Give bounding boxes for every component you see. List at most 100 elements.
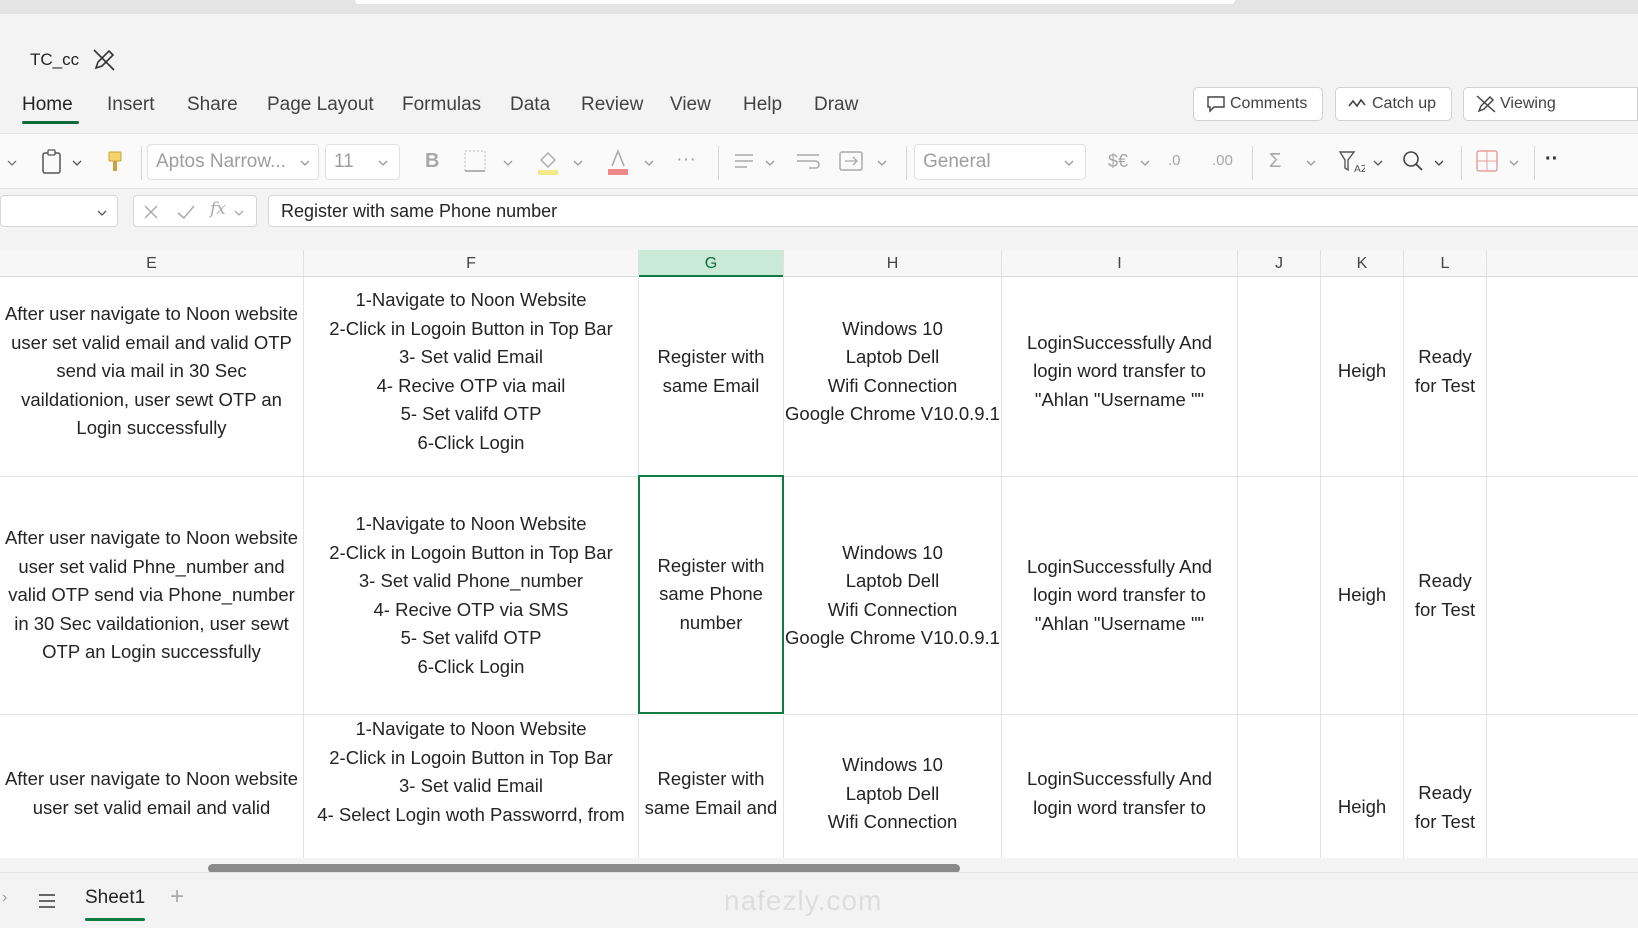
cell-K1[interactable]: Heigh	[1321, 267, 1404, 477]
cell-E3[interactable]: After user navigate to Noon website user…	[0, 715, 304, 858]
number-format-value: General	[923, 151, 991, 172]
cell-empty[interactable]	[1487, 477, 1638, 715]
chevron-down-icon[interactable]	[1306, 158, 1316, 168]
cell-G3[interactable]: Register with same Email and	[639, 715, 784, 858]
cell-G2-active[interactable]: Register with same Phone number	[638, 475, 784, 714]
cell-I1[interactable]: LoginSuccessfully And login word transfe…	[1002, 267, 1238, 477]
svg-text:AZ: AZ	[1354, 164, 1365, 175]
tab-page-layout[interactable]: Page Layout	[267, 94, 374, 116]
enter-icon[interactable]	[176, 203, 196, 221]
cell-G1[interactable]: Register with same Email	[639, 267, 784, 477]
borders-icon[interactable]	[462, 144, 488, 178]
chevron-down-icon	[1064, 160, 1074, 166]
font-name-value: Aptos Narrow...	[156, 151, 286, 172]
tab-view[interactable]: View	[670, 94, 711, 116]
tab-share[interactable]: Share	[187, 94, 238, 116]
catch-up-icon	[1348, 98, 1366, 108]
bold-icon[interactable]: B	[425, 144, 439, 178]
chevron-down-icon[interactable]	[1373, 158, 1383, 168]
cell-L3[interactable]: Ready for Test	[1404, 715, 1487, 858]
chevron-down-icon[interactable]	[1509, 158, 1519, 168]
chevron-down-icon[interactable]	[1434, 158, 1444, 168]
find-icon[interactable]	[1401, 144, 1425, 178]
cell-J1[interactable]	[1238, 267, 1321, 477]
cell-F2[interactable]: 1-Navigate to Noon Website 2-Click in Lo…	[304, 477, 639, 715]
cell-F1[interactable]: 1-Navigate to Noon Website 2-Click in Lo…	[304, 267, 639, 477]
wrap-text-icon[interactable]	[795, 144, 821, 178]
paste-icon[interactable]	[40, 144, 64, 178]
cancel-icon[interactable]	[142, 203, 160, 221]
tab-insert[interactable]: Insert	[107, 94, 155, 116]
tab-formulas[interactable]: Formulas	[402, 94, 481, 116]
cell-H1[interactable]: Windows 10 Laptob Dell Wifi Connection G…	[784, 267, 1002, 477]
autosum-icon[interactable]: Σ	[1269, 144, 1281, 178]
cell-L2[interactable]: Ready for Test	[1404, 477, 1487, 715]
cell-J2[interactable]	[1238, 477, 1321, 715]
separator	[1461, 146, 1462, 180]
chevron-down-icon[interactable]	[765, 158, 775, 168]
more-icon[interactable]: ···	[676, 142, 696, 176]
tab-draw[interactable]: Draw	[814, 94, 858, 116]
font-name-select[interactable]: Aptos Narrow...	[147, 144, 319, 180]
decrease-decimal-icon[interactable]: .0	[1168, 144, 1181, 178]
increase-decimal-icon[interactable]: .00	[1212, 144, 1233, 178]
formula-bar: fx Register with same Phone number	[0, 189, 1638, 229]
sheet-menu-icon[interactable]	[38, 893, 56, 909]
document-title[interactable]: TC_cc	[30, 50, 79, 70]
cell-F3[interactable]: 1-Navigate to Noon Website 2-Click in Lo…	[304, 715, 639, 858]
cell-H2[interactable]: Windows 10 Laptob Dell Wifi Connection G…	[784, 477, 1002, 715]
no-edit-icon	[93, 49, 115, 71]
chevron-down-icon[interactable]	[877, 158, 887, 168]
tab-home[interactable]: Home	[22, 94, 73, 116]
top-strip	[0, 0, 1638, 14]
cell-J3[interactable]	[1238, 715, 1321, 858]
watermark: nafezly.com	[724, 885, 883, 916]
chevron-down-icon[interactable]	[644, 158, 654, 168]
separator	[1534, 146, 1535, 180]
conditional-format-icon[interactable]	[1475, 144, 1499, 178]
cell-K3[interactable]: Heigh	[1321, 715, 1404, 858]
cell-I2[interactable]: LoginSuccessfully And login word transfe…	[1002, 477, 1238, 715]
chevron-down-icon[interactable]	[503, 158, 513, 168]
tab-help[interactable]: Help	[743, 94, 782, 116]
sheet-tab-sheet1[interactable]: Sheet1	[85, 887, 145, 909]
cell-K2[interactable]: Heigh	[1321, 477, 1404, 715]
formula-actions: fx	[133, 195, 257, 227]
add-sheet-icon[interactable]: +	[170, 883, 184, 911]
chevron-down-icon[interactable]	[72, 158, 82, 168]
number-format-select[interactable]: General	[914, 144, 1086, 180]
cell-I3[interactable]: LoginSuccessfully And login word transfe…	[1002, 715, 1238, 858]
catch-up-button[interactable]: Catch up	[1335, 87, 1452, 121]
function-icon[interactable]: fx	[210, 199, 226, 219]
merge-icon[interactable]	[838, 144, 864, 178]
tab-data[interactable]: Data	[510, 94, 550, 116]
font-size-select[interactable]: 11	[325, 144, 400, 180]
cell-E1[interactable]: After user navigate to Noon website user…	[0, 267, 304, 477]
cell-L1[interactable]: Ready for Test	[1404, 267, 1487, 477]
fill-color-icon[interactable]	[535, 144, 561, 178]
formula-input[interactable]: Register with same Phone number	[268, 195, 1638, 227]
cell-empty[interactable]	[1487, 267, 1638, 477]
comment-icon	[1207, 96, 1225, 113]
separator	[906, 146, 907, 180]
comments-button[interactable]: Comments	[1193, 87, 1323, 121]
name-box[interactable]	[0, 195, 118, 227]
chevron-right-icon[interactable]: ›	[2, 889, 7, 907]
chevron-down-icon[interactable]	[7, 158, 17, 168]
overflow-menu-icon[interactable]: ··	[1545, 142, 1558, 176]
align-icon[interactable]	[733, 144, 755, 178]
chevron-down-icon[interactable]	[573, 158, 583, 168]
chevron-down-icon[interactable]	[234, 208, 244, 218]
cell-E2[interactable]: After user navigate to Noon website user…	[0, 477, 304, 715]
active-sheet-indicator	[85, 918, 145, 921]
sort-filter-icon[interactable]: AZ	[1337, 144, 1365, 178]
format-painter-icon[interactable]	[104, 144, 126, 178]
cell-empty[interactable]	[1487, 715, 1638, 858]
cell-H3[interactable]: Windows 10 Laptob Dell Wifi Connection	[784, 715, 1002, 858]
font-color-icon[interactable]	[605, 144, 631, 178]
currency-icon[interactable]: $€	[1108, 144, 1128, 178]
tab-review[interactable]: Review	[581, 94, 643, 116]
title-bar: TC_cc	[0, 14, 1638, 84]
chevron-down-icon[interactable]	[1140, 158, 1150, 168]
viewing-button[interactable]: Viewing	[1463, 87, 1638, 121]
